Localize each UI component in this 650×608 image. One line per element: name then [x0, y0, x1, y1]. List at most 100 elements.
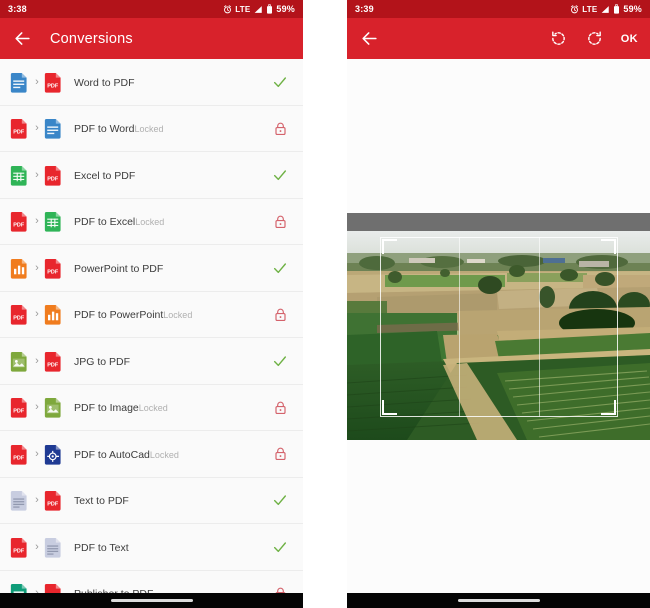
- status-bar-left: 3:38 LTE 59%: [0, 0, 303, 18]
- pdf-icon: PDF: [44, 584, 61, 593]
- status-icons: LTE 59%: [570, 4, 642, 14]
- conversion-row[interactable]: PDF › PDF to Text: [0, 524, 303, 571]
- conversion-label: JPG to PDF: [74, 355, 131, 368]
- source-format-icon: [10, 582, 30, 593]
- lock-icon: [274, 308, 286, 321]
- target-format-icon: PDF: [44, 164, 64, 186]
- status-icons: LTE 59%: [223, 4, 295, 14]
- conversion-labels: Text to PDF: [74, 491, 271, 509]
- source-format-icon: [10, 350, 30, 372]
- word-doc-icon: [44, 119, 61, 139]
- conversion-status-icon[interactable]: [271, 166, 289, 184]
- crop-handle-top-right[interactable]: [601, 239, 616, 254]
- crop-editor: [347, 59, 650, 593]
- check-icon: [273, 170, 287, 180]
- conversion-labels: PDF to AutoCadLocked: [74, 445, 271, 463]
- conversion-row[interactable]: › PDF Word to PDF: [0, 59, 303, 106]
- conversion-status-icon[interactable]: [271, 259, 289, 277]
- chevron-right-icon: ›: [35, 354, 39, 367]
- locked-subtitle: Locked: [163, 310, 193, 321]
- chevron-right-icon: ›: [35, 540, 39, 553]
- pdf-icon: PDF: [44, 165, 61, 186]
- crop-overlay[interactable]: [380, 237, 618, 417]
- conversion-row[interactable]: PDF › PDF to AutoCadLocked: [0, 431, 303, 478]
- source-format-icon: PDF: [10, 303, 30, 325]
- conversion-status-icon[interactable]: [271, 352, 289, 370]
- locked-subtitle: Locked: [135, 217, 165, 228]
- svg-text:PDF: PDF: [13, 223, 25, 229]
- arrow-left-icon[interactable]: [12, 29, 32, 49]
- pdf-icon: PDF: [10, 444, 27, 465]
- check-icon: [273, 356, 287, 366]
- home-indicator[interactable]: [457, 599, 540, 602]
- conversion-status-icon[interactable]: [271, 584, 289, 593]
- conversion-label: PDF to Word: [74, 123, 135, 136]
- conversion-row[interactable]: PDF › PDF to ExcelLocked: [0, 198, 303, 245]
- source-format-icon: [10, 164, 30, 186]
- source-format-icon: [10, 257, 30, 279]
- conversion-row[interactable]: › PDF PowerPoint to PDF: [0, 245, 303, 292]
- pdf-icon: PDF: [44, 72, 61, 93]
- app-bar-right: OK: [347, 18, 650, 59]
- home-indicator[interactable]: [110, 599, 193, 602]
- word-doc-icon: [10, 72, 27, 93]
- conversion-status-icon[interactable]: [271, 538, 289, 556]
- conversion-row[interactable]: PDF › PDF to WordLocked: [0, 105, 303, 152]
- conversion-row[interactable]: PDF › PDF to ImageLocked: [0, 384, 303, 431]
- conversion-label: Text to PDF: [74, 495, 129, 508]
- check-icon: [273, 542, 287, 552]
- rotate-right-icon[interactable]: [583, 27, 607, 51]
- conversion-status-icon[interactable]: [271, 119, 289, 137]
- conversion-label: PDF to Excel: [74, 216, 136, 229]
- conversion-status-icon[interactable]: [271, 305, 289, 323]
- conversion-status-icon[interactable]: [271, 445, 289, 463]
- locked-subtitle: Locked: [138, 403, 168, 414]
- conversion-label: PDF to Image: [74, 402, 139, 415]
- check-icon: [273, 77, 287, 87]
- left-phone-panel: 3:38 LTE 59% Conversions › PDF Word to P…: [0, 0, 303, 608]
- svg-text:PDF: PDF: [13, 130, 25, 136]
- locked-subtitle: Locked: [134, 124, 164, 135]
- system-nav-bar-right: [347, 593, 650, 608]
- conversions-list[interactable]: › PDF Word to PDF PDF › PDF to WordLocked › PDF…: [0, 59, 303, 593]
- chevron-right-icon: ›: [35, 261, 39, 274]
- conversion-row[interactable]: › PDF Excel to PDF: [0, 152, 303, 199]
- target-format-icon: PDF: [44, 71, 64, 93]
- conversion-labels: Publisher to PDF: [74, 584, 271, 593]
- svg-text:PDF: PDF: [13, 455, 25, 461]
- conversion-labels: PDF to WordLocked: [74, 119, 271, 137]
- conversion-status-icon[interactable]: [271, 398, 289, 416]
- conversion-status-icon[interactable]: [271, 212, 289, 230]
- arrow-left-icon[interactable]: [359, 29, 379, 49]
- conversion-row[interactable]: PDF › PDF to PowerPointLocked: [0, 291, 303, 338]
- crop-handle-bottom-right[interactable]: [601, 400, 616, 415]
- crop-handle-top-left[interactable]: [382, 239, 397, 254]
- source-format-icon: PDF: [10, 536, 30, 558]
- conversion-status-icon[interactable]: [271, 491, 289, 509]
- conversion-labels: JPG to PDF: [74, 352, 271, 370]
- conversion-status-icon[interactable]: [271, 73, 289, 91]
- crop-handle-bottom-left[interactable]: [382, 400, 397, 415]
- pdf-icon: PDF: [44, 491, 61, 511]
- chevron-right-icon: ›: [35, 401, 39, 414]
- rotate-left-icon[interactable]: [547, 27, 571, 51]
- confirm-button[interactable]: OK: [621, 33, 638, 45]
- crop-gridline-vertical-2: [538, 237, 540, 417]
- target-format-icon: [44, 536, 64, 558]
- conversion-labels: PDF to ExcelLocked: [74, 212, 271, 230]
- crop-image-area[interactable]: [347, 213, 650, 440]
- pdf-icon: PDF: [10, 212, 27, 232]
- pdf-icon: PDF: [44, 258, 61, 279]
- conversion-labels: Excel to PDF: [74, 166, 271, 184]
- excel-icon: [10, 165, 27, 186]
- lock-icon: [274, 122, 286, 135]
- conversion-row[interactable]: ›PDFPublisher to PDF: [0, 570, 303, 593]
- conversion-row[interactable]: › PDF Text to PDF: [0, 477, 303, 524]
- powerpoint-icon: [44, 305, 61, 325]
- conversion-label: Excel to PDF: [74, 169, 136, 182]
- right-phone-panel: 3:39 LTE 59% OK: [347, 0, 650, 608]
- conversion-row[interactable]: › PDF JPG to PDF: [0, 338, 303, 385]
- image-icon: [10, 351, 27, 372]
- pdf-icon: PDF: [44, 351, 61, 372]
- crop-frame-border: [380, 237, 618, 417]
